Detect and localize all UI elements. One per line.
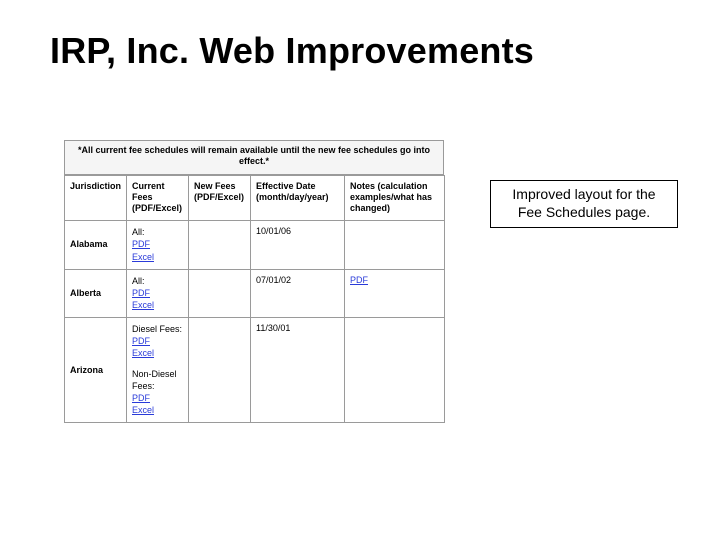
table-row: Alabama All: PDF Excel 10/01/06 <box>65 221 445 269</box>
fee-schedule-table-wrap: *All current fee schedules will remain a… <box>64 140 444 423</box>
cell-new-fees <box>189 269 251 317</box>
pdf-link[interactable]: PDF <box>132 392 150 404</box>
table-header-row: Jurisdiction Current Fees (PDF/Excel) Ne… <box>65 175 445 221</box>
cell-new-fees <box>189 221 251 269</box>
col-current-fees: Current Fees (PDF/Excel) <box>127 175 189 221</box>
col-notes: Notes (calculation examples/what has cha… <box>345 175 445 221</box>
excel-link[interactable]: Excel <box>132 404 154 416</box>
table-row: Alberta All: PDF Excel 07/01/02 PDF <box>65 269 445 317</box>
notes-pdf-link[interactable]: PDF <box>350 275 368 285</box>
cell-notes: PDF <box>345 269 445 317</box>
cell-new-fees <box>189 318 251 423</box>
cell-effective-date: 10/01/06 <box>251 221 345 269</box>
cell-jurisdiction: Alberta <box>65 269 127 317</box>
col-jurisdiction: Jurisdiction <box>65 175 127 221</box>
cell-current-fees: Diesel Fees: PDF Excel Non-Diesel Fees: … <box>127 318 189 423</box>
notice-banner: *All current fee schedules will remain a… <box>64 140 444 175</box>
cell-jurisdiction: Arizona <box>65 318 127 423</box>
pdf-link[interactable]: PDF <box>132 238 150 250</box>
callout-box: Improved layout for the Fee Schedules pa… <box>490 180 678 228</box>
fee-block: All: PDF Excel <box>132 275 183 311</box>
fee-label: Non-Diesel Fees: <box>132 368 183 392</box>
slide: IRP, Inc. Web Improvements *All current … <box>0 0 720 540</box>
cell-current-fees: All: PDF Excel <box>127 269 189 317</box>
cell-effective-date: 11/30/01 <box>251 318 345 423</box>
col-new-fees: New Fees (PDF/Excel) <box>189 175 251 221</box>
col-effective-date: Effective Date (month/day/year) <box>251 175 345 221</box>
excel-link[interactable]: Excel <box>132 251 154 263</box>
cell-effective-date: 07/01/02 <box>251 269 345 317</box>
fee-label: Diesel Fees: <box>132 323 183 335</box>
fee-schedule-table: Jurisdiction Current Fees (PDF/Excel) Ne… <box>64 175 445 424</box>
fee-label: All: <box>132 275 183 287</box>
pdf-link[interactable]: PDF <box>132 335 150 347</box>
fee-label: All: <box>132 226 183 238</box>
page-title: IRP, Inc. Web Improvements <box>0 30 720 72</box>
fee-block: Diesel Fees: PDF Excel <box>132 323 183 359</box>
cell-jurisdiction: Alabama <box>65 221 127 269</box>
cell-notes <box>345 221 445 269</box>
excel-link[interactable]: Excel <box>132 299 154 311</box>
excel-link[interactable]: Excel <box>132 347 154 359</box>
cell-notes <box>345 318 445 423</box>
table-row: Arizona Diesel Fees: PDF Excel Non-Diese… <box>65 318 445 423</box>
cell-current-fees: All: PDF Excel <box>127 221 189 269</box>
fee-block: All: PDF Excel <box>132 226 183 262</box>
pdf-link[interactable]: PDF <box>132 287 150 299</box>
fee-block: Non-Diesel Fees: PDF Excel <box>132 368 183 417</box>
